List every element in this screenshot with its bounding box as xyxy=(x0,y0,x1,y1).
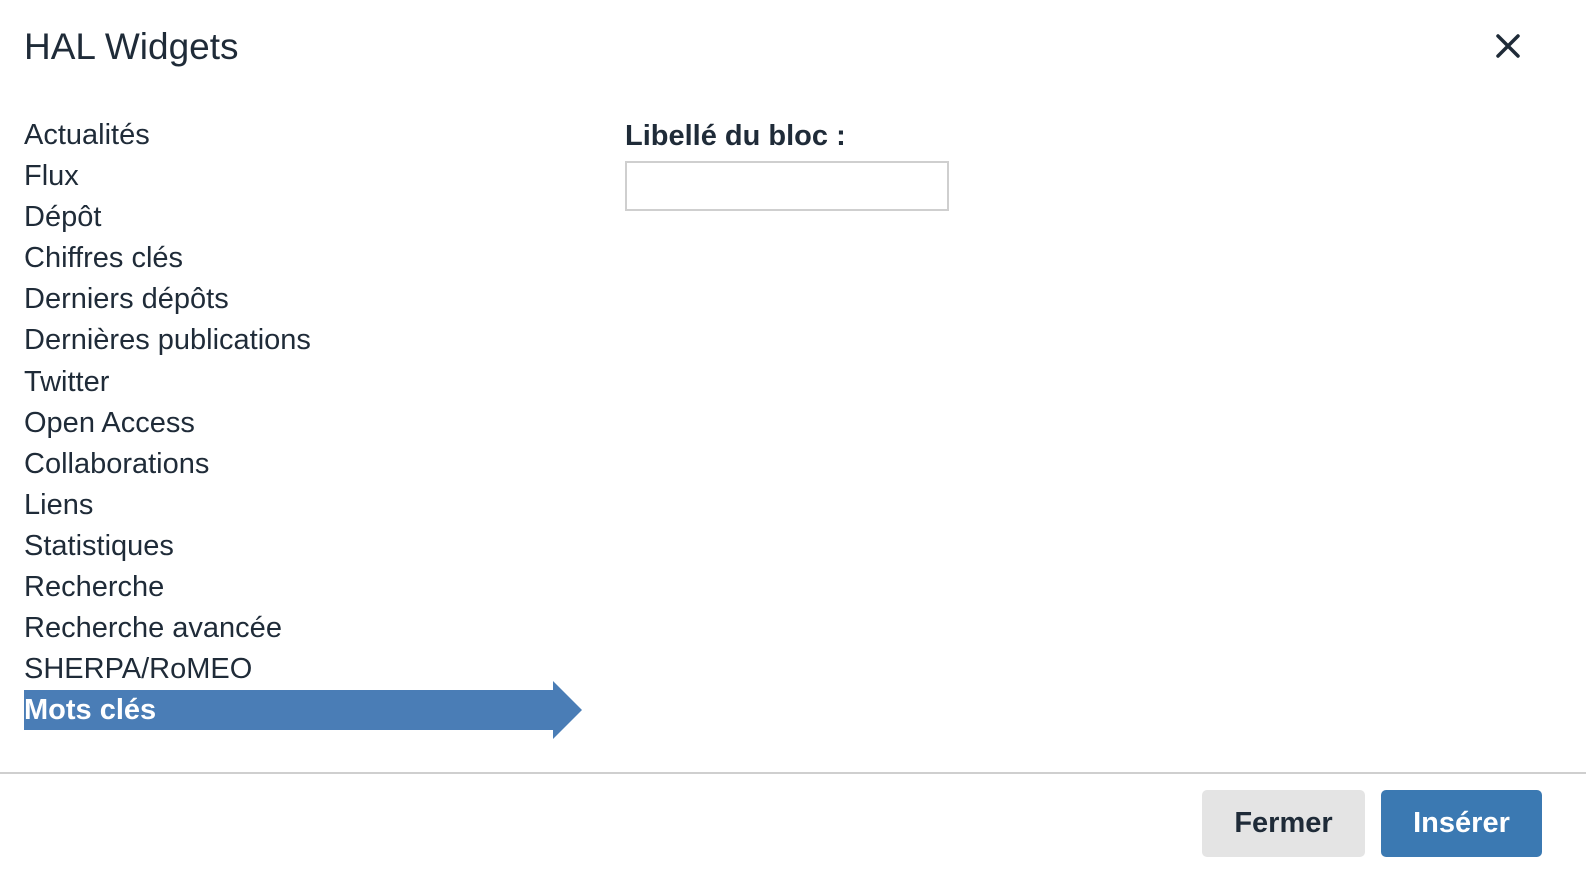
widget-item-flux[interactable]: Flux xyxy=(24,156,311,197)
block-label-input[interactable] xyxy=(625,161,949,211)
widget-item-mots-cles[interactable]: Mots clés xyxy=(24,681,582,740)
widget-item-collaborations[interactable]: Collaborations xyxy=(24,444,311,485)
widget-item-sherpa-romeo[interactable]: SHERPA/RoMEO xyxy=(24,649,311,690)
close-icon[interactable] xyxy=(1490,28,1526,64)
widget-list: Actualités Flux Dépôt Chiffres clés Dern… xyxy=(24,115,582,740)
widget-item-label: Mots clés xyxy=(24,694,157,727)
widget-item-liens[interactable]: Liens xyxy=(24,485,311,526)
block-label: Libellé du bloc : xyxy=(625,120,846,152)
widget-item-dernieres-publications[interactable]: Dernières publications xyxy=(24,320,311,361)
widget-item-recherche-avancee[interactable]: Recherche avancée xyxy=(24,608,311,649)
insert-button[interactable]: Insérer xyxy=(1381,790,1542,857)
widget-item-recherche[interactable]: Recherche xyxy=(24,567,311,608)
widget-item-open-access[interactable]: Open Access xyxy=(24,403,311,444)
close-button[interactable]: Fermer xyxy=(1202,790,1365,857)
widget-item-actualites[interactable]: Actualités xyxy=(24,115,311,156)
widget-item-depot[interactable]: Dépôt xyxy=(24,197,311,238)
widget-item-chiffres-cles[interactable]: Chiffres clés xyxy=(24,238,311,279)
widget-item-twitter[interactable]: Twitter xyxy=(24,362,311,403)
footer-divider xyxy=(0,772,1586,774)
dialog-title: HAL Widgets xyxy=(24,26,239,67)
widget-item-statistiques[interactable]: Statistiques xyxy=(24,526,311,567)
widget-item-derniers-depots[interactable]: Derniers dépôts xyxy=(24,279,311,320)
